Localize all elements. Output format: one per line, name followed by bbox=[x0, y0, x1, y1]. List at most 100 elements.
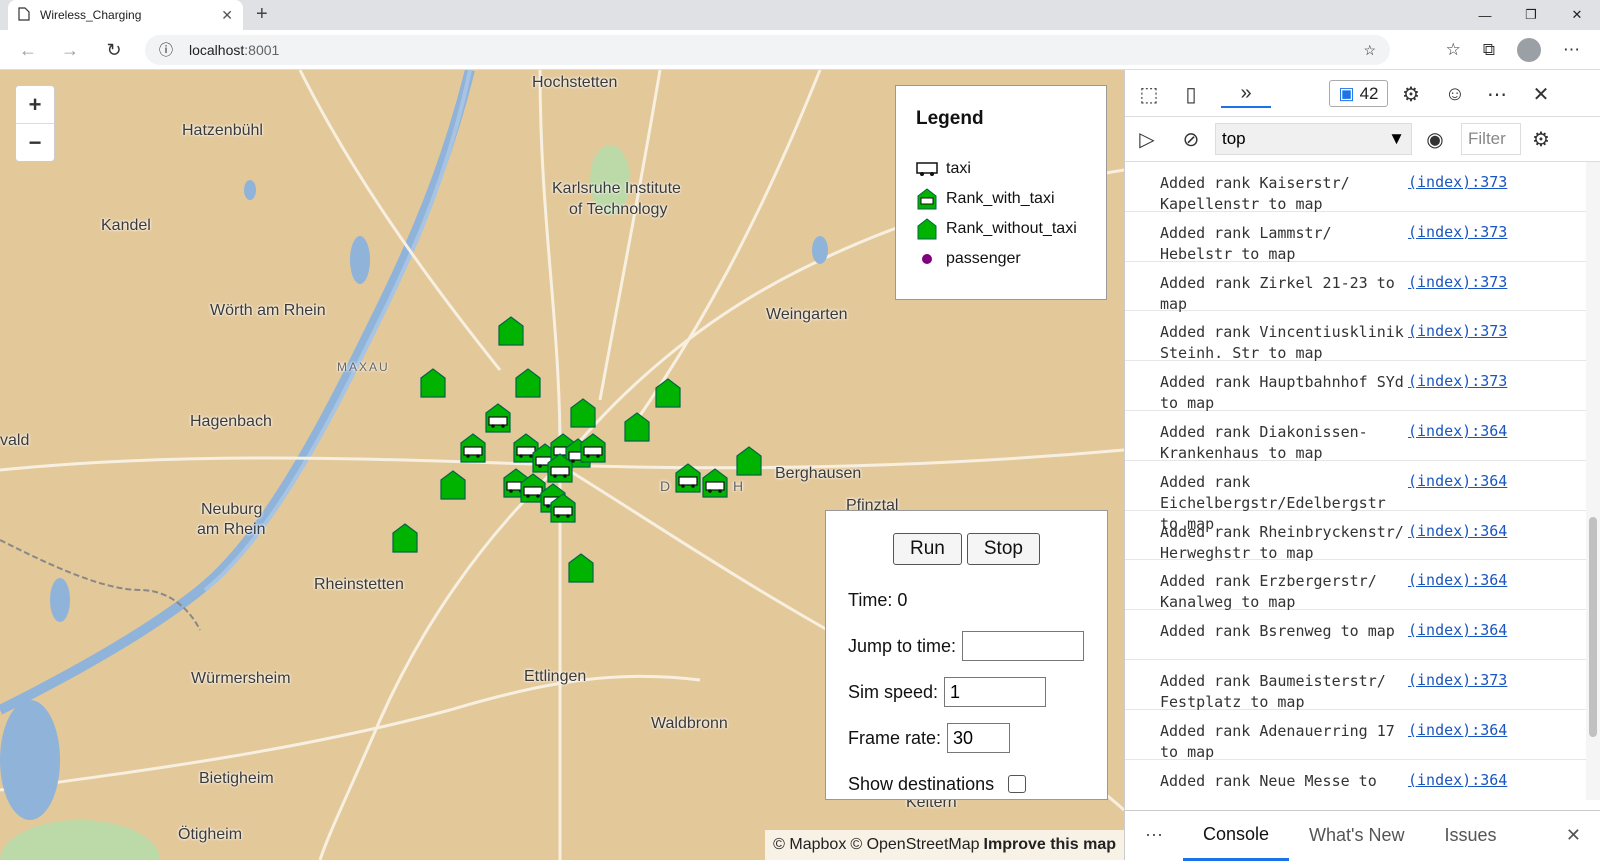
rank-without-taxi-marker[interactable] bbox=[736, 446, 762, 476]
address-bar[interactable]: ⓘ localhost:8001 ☆ bbox=[145, 35, 1390, 65]
log-source-link[interactable]: (index):373 bbox=[1408, 173, 1507, 191]
inspect-element-icon[interactable]: ⬚ bbox=[1135, 80, 1163, 108]
console-scrollbar[interactable] bbox=[1586, 162, 1600, 800]
sidebar-toggle-icon[interactable]: ▷ bbox=[1133, 125, 1161, 153]
log-source-link[interactable]: (index):373 bbox=[1408, 223, 1507, 241]
scrollbar-thumb[interactable] bbox=[1589, 517, 1597, 737]
rank-with-taxi-marker[interactable] bbox=[580, 433, 606, 463]
map-label: Wörth am Rhein bbox=[210, 302, 326, 319]
live-expression-icon[interactable]: ◉ bbox=[1421, 125, 1449, 153]
rank-without-taxi-marker[interactable] bbox=[568, 553, 594, 583]
reload-icon[interactable]: ↻ bbox=[102, 38, 126, 62]
profile-avatar[interactable] bbox=[1517, 38, 1541, 62]
dropdown-arrow-icon: ▼ bbox=[1388, 129, 1405, 148]
browser-toolbar: ☆ ⧉ ⋯ bbox=[1446, 35, 1580, 65]
log-source-link[interactable]: (index):364 bbox=[1408, 571, 1507, 589]
filter-input[interactable]: Filter bbox=[1461, 123, 1521, 155]
rank-without-taxi-marker[interactable] bbox=[655, 378, 681, 408]
map-label: Neuburg bbox=[201, 501, 263, 518]
console-log-row: Added rank Erzbergerstr/ Kanalweg to map… bbox=[1125, 560, 1587, 611]
tab-whats-new[interactable]: What's New bbox=[1289, 811, 1424, 861]
log-source-link[interactable]: (index):364 bbox=[1408, 422, 1507, 440]
settings-icon[interactable]: ⚙ bbox=[1397, 80, 1425, 108]
map-label: Hagenbach bbox=[190, 413, 272, 430]
show-destinations-checkbox[interactable] bbox=[1008, 775, 1027, 793]
devtools-menu-icon[interactable]: ⋯ bbox=[1483, 80, 1511, 108]
collections-icon[interactable]: ⧉ bbox=[1483, 40, 1495, 60]
log-source-link[interactable]: (index):373 bbox=[1408, 372, 1507, 390]
log-source-link[interactable]: (index):364 bbox=[1408, 771, 1507, 789]
new-tab-button[interactable]: + bbox=[256, 3, 268, 26]
log-source-link[interactable]: (index):364 bbox=[1408, 472, 1507, 490]
tab-issues[interactable]: Issues bbox=[1425, 811, 1517, 861]
rank-with-taxi-marker[interactable] bbox=[547, 453, 573, 483]
sim-speed-input[interactable] bbox=[944, 677, 1047, 707]
map-label: Würmersheim bbox=[191, 670, 291, 687]
zoom-out-button[interactable]: − bbox=[16, 124, 54, 162]
map-label: Waldbronn bbox=[651, 715, 728, 732]
devtools-close-icon[interactable]: ✕ bbox=[1527, 80, 1555, 108]
log-message: Added rank Vincentiusklinik Steinh. Str … bbox=[1160, 323, 1404, 363]
frame-rate-input[interactable] bbox=[947, 723, 1011, 753]
add-favorite-icon[interactable]: ☆ bbox=[1363, 42, 1376, 59]
rank-without-taxi-marker[interactable] bbox=[440, 470, 466, 500]
navigation-bar: ← → ↻ ⓘ localhost:8001 ☆ ☆ ⧉ ⋯ bbox=[0, 30, 1600, 70]
clear-console-icon[interactable]: ⊘ bbox=[1177, 125, 1205, 153]
console-log-row: Added rank Kaiserstr/ Kapellenstr to map… bbox=[1125, 162, 1587, 213]
window-close-icon[interactable]: ✕ bbox=[1554, 0, 1600, 30]
messages-badge[interactable]: ▣ 42 bbox=[1329, 80, 1388, 107]
context-selector[interactable]: top ▼ bbox=[1215, 123, 1412, 155]
map-label: Bietigheim bbox=[199, 770, 274, 787]
tab-close-icon[interactable]: ✕ bbox=[221, 7, 233, 24]
drawer-close-icon[interactable]: ✕ bbox=[1546, 811, 1600, 861]
device-toolbar-icon[interactable]: ▯ bbox=[1177, 80, 1205, 108]
browser-tab[interactable]: Wireless_Charging ✕ bbox=[8, 0, 243, 30]
browser-menu-icon[interactable]: ⋯ bbox=[1563, 40, 1580, 60]
legend-label: taxi bbox=[946, 160, 971, 177]
improve-map-link[interactable]: Improve this map bbox=[984, 836, 1116, 854]
page-icon bbox=[18, 6, 30, 24]
jump-to-time-input[interactable] bbox=[962, 631, 1085, 661]
rank-without-taxi-marker[interactable] bbox=[624, 412, 650, 442]
log-source-link[interactable]: (index):373 bbox=[1408, 273, 1507, 291]
console-log-row: Added rank Zirkel 21-23 to map (index):37… bbox=[1125, 262, 1587, 313]
log-source-link[interactable]: (index):364 bbox=[1408, 721, 1507, 739]
mapbox-attribution-link[interactable]: © Mapbox bbox=[773, 836, 846, 854]
tab-console[interactable]: Console bbox=[1183, 811, 1290, 861]
log-source-link[interactable]: (index):364 bbox=[1408, 621, 1507, 639]
back-icon[interactable]: ← bbox=[16, 38, 40, 62]
restore-icon[interactable]: ❐ bbox=[1508, 0, 1554, 30]
rank-with-taxi-marker[interactable] bbox=[485, 403, 511, 433]
minimize-icon[interactable]: — bbox=[1462, 0, 1508, 30]
rank-without-taxi-marker[interactable] bbox=[392, 523, 418, 553]
osm-attribution-link[interactable]: © OpenStreetMap bbox=[850, 836, 979, 854]
zoom-control: + − bbox=[15, 85, 55, 162]
map-view[interactable]: Hochstetten Hatzenbühl Karlsruhe Institu… bbox=[0, 70, 1124, 860]
rank-with-taxi-marker[interactable] bbox=[702, 468, 728, 498]
rank-without-taxi-marker[interactable] bbox=[515, 368, 541, 398]
stop-button[interactable]: Stop bbox=[966, 533, 1040, 565]
forward-icon[interactable]: → bbox=[58, 38, 82, 62]
drawer-more-icon[interactable]: ⋯ bbox=[1125, 811, 1183, 861]
rank-without-taxi-marker[interactable] bbox=[570, 398, 596, 428]
feedback-icon[interactable]: ☺ bbox=[1441, 80, 1469, 108]
log-source-link[interactable]: (index):373 bbox=[1408, 322, 1507, 340]
console-log-row: Added rank Neue Messe to (index):364 bbox=[1125, 760, 1587, 800]
console-log-row: Added rank Hauptbahnhof SYd to map (index… bbox=[1125, 361, 1587, 412]
legend-label: passenger bbox=[946, 250, 1021, 267]
console-log-row: Added rank Eichelbergstr/Edelbergstr to … bbox=[1125, 461, 1587, 533]
map-label: vald bbox=[0, 432, 30, 449]
run-button[interactable]: Run bbox=[893, 533, 962, 565]
console-settings-icon[interactable]: ⚙ bbox=[1527, 125, 1555, 153]
more-tabs-icon[interactable]: » bbox=[1221, 80, 1271, 108]
zoom-in-button[interactable]: + bbox=[16, 86, 54, 124]
rank-with-taxi-marker[interactable] bbox=[675, 463, 701, 493]
rank-with-taxi-marker[interactable] bbox=[460, 433, 486, 463]
rank-without-taxi-marker[interactable] bbox=[420, 368, 446, 398]
rank-with-taxi-marker[interactable] bbox=[550, 493, 576, 523]
log-source-link[interactable]: (index):373 bbox=[1408, 671, 1507, 689]
rank-without-taxi-marker[interactable] bbox=[498, 316, 524, 346]
favorites-icon[interactable]: ☆ bbox=[1446, 40, 1461, 60]
log-source-link[interactable]: (index):364 bbox=[1408, 522, 1507, 540]
console-log-row: Added rank Vincentiusklinik Steinh. Str … bbox=[1125, 311, 1587, 363]
